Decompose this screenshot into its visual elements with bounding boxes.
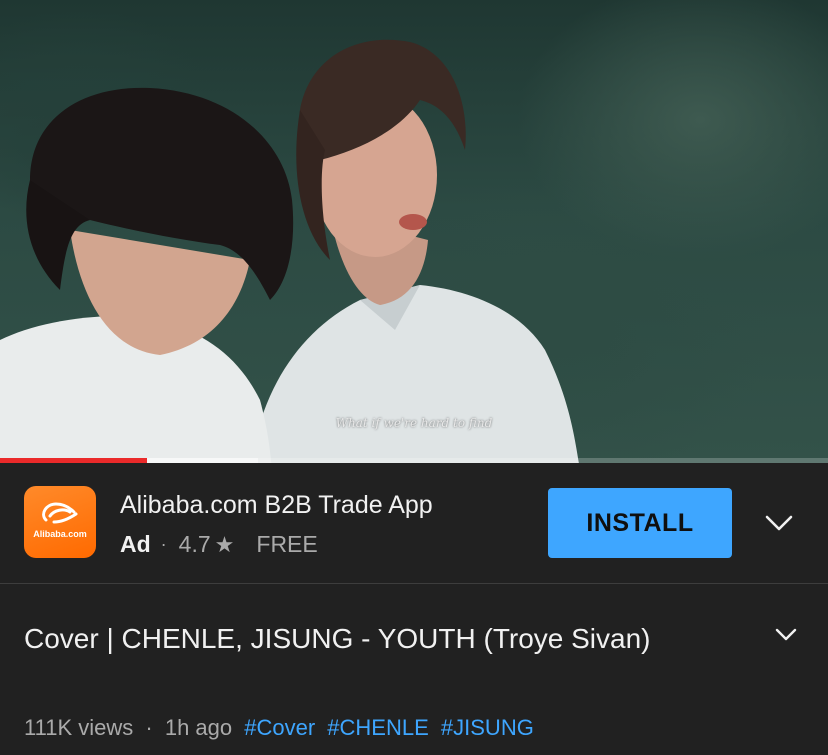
ad-meta: Ad · 4.7 ★ FREE — [120, 531, 318, 558]
alibaba-mark-icon — [42, 502, 78, 524]
chevron-down-icon[interactable] — [774, 626, 798, 644]
ad-price: FREE — [256, 531, 318, 557]
ad-meta-dot: · — [160, 534, 167, 554]
upload-age: 1h ago — [164, 715, 233, 740]
divider — [0, 583, 828, 584]
hashtag-link[interactable]: #CHENLE — [327, 715, 428, 740]
video-frame — [0, 39, 579, 463]
install-button[interactable]: INSTALL — [548, 488, 732, 558]
alibaba-logo-text: Alibaba.com — [33, 529, 87, 539]
alibaba-logo-icon[interactable]: Alibaba.com — [24, 486, 96, 558]
video-subtitle: What if we're hard to find — [335, 416, 493, 430]
ad-row[interactable]: Alibaba.com Alibaba.com B2B Trade App Ad… — [0, 463, 828, 584]
ad-title[interactable]: Alibaba.com B2B Trade App — [120, 491, 433, 520]
ad-rating: 4.7 — [178, 531, 211, 557]
ad-badge: Ad — [120, 531, 151, 557]
hashtag-link[interactable]: #JISUNG — [441, 715, 534, 740]
video-meta: 111K views · 1h ago #Cover #CHENLE #JISU… — [24, 715, 534, 741]
hashtag-link[interactable]: #Cover — [244, 715, 315, 740]
star-icon: ★ — [214, 531, 235, 557]
video-player[interactable]: What if we're hard to find — [0, 0, 828, 463]
chevron-down-icon[interactable] — [764, 511, 794, 535]
view-count: 111K views — [24, 715, 134, 740]
video-title[interactable]: Cover | CHENLE, JISUNG - YOUTH (Troye Si… — [24, 616, 724, 661]
meta-separator: · — [145, 715, 153, 740]
